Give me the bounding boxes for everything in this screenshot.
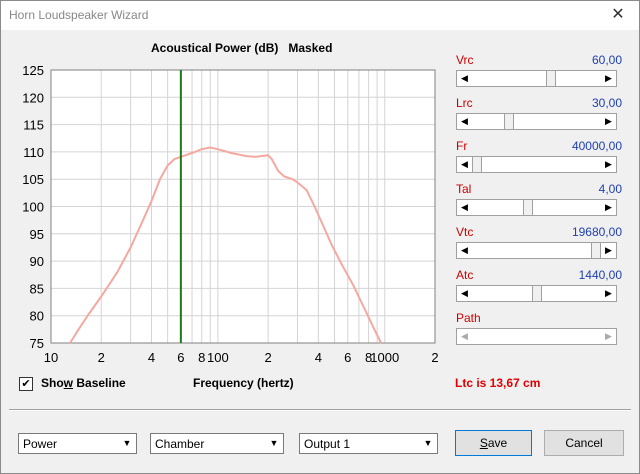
- param-slider-path[interactable]: ◀ ▶: [456, 328, 617, 345]
- scroll-right-icon[interactable]: ▶: [601, 71, 616, 86]
- param-slider-fr[interactable]: ◀ ▶: [456, 156, 617, 173]
- y-tick-label: 115: [23, 118, 44, 133]
- x-tick-label: 1000: [370, 350, 399, 365]
- window-title: Horn Loudspeaker Wizard: [9, 8, 149, 22]
- y-tick-label: 95: [30, 227, 44, 242]
- scroll-left-icon[interactable]: ◀: [457, 243, 472, 258]
- power-combo[interactable]: Power ▼: [18, 433, 137, 454]
- param-slider-vrc[interactable]: ◀ ▶: [456, 70, 617, 87]
- chamber-combo[interactable]: Chamber ▼: [150, 433, 284, 454]
- scroll-left-icon[interactable]: ◀: [457, 329, 472, 344]
- chart-subtitle: Masked: [288, 41, 333, 55]
- scroll-left-icon[interactable]: ◀: [457, 286, 472, 301]
- param-slider-lrc[interactable]: ◀ ▶: [456, 113, 617, 130]
- response-chart: 758085909510010511011512012510 2 4 6 8 100 2 4 6…: [22, 63, 438, 365]
- chevron-down-icon[interactable]: ▼: [420, 435, 436, 452]
- x-tick-label: 6: [344, 350, 351, 365]
- chamber-combo-value: Chamber: [155, 437, 205, 451]
- wizard-window: Horn Loudspeaker Wizard ✕ Acoustical Pow…: [0, 0, 640, 474]
- slider-thumb[interactable]: [472, 157, 482, 172]
- power-combo-value: Power: [23, 437, 58, 451]
- slider-thumb[interactable]: [531, 286, 542, 301]
- param-value-vtc: 19680,00: [571, 225, 622, 239]
- output-combo[interactable]: Output 1 ▼: [299, 433, 438, 454]
- param-value-tal: 4,00: [598, 182, 622, 196]
- x-tick-label: 100: [207, 350, 229, 365]
- x-tick-label: 2: [265, 350, 272, 365]
- close-icon[interactable]: ✕: [607, 5, 629, 25]
- x-tick-label: 2: [431, 350, 438, 365]
- scroll-right-icon[interactable]: ▶: [601, 243, 616, 258]
- x-tick-label: 4: [148, 350, 155, 365]
- scroll-left-icon[interactable]: ◀: [457, 157, 472, 172]
- chart-title: Acoustical Power (dB) Masked: [151, 41, 332, 55]
- chart-title-text: Acoustical Power (dB): [151, 41, 279, 55]
- y-tick-label: 90: [30, 254, 44, 269]
- y-tick-label: 120: [22, 90, 44, 105]
- param-value-fr: 40000,00: [571, 139, 622, 153]
- x-tick-label: 6: [177, 350, 184, 365]
- scroll-left-icon[interactable]: ◀: [457, 114, 472, 129]
- y-tick-label: 75: [30, 336, 44, 351]
- x-tick-label: 4: [315, 350, 322, 365]
- param-value-lrc: 30,00: [591, 96, 622, 110]
- output-combo-value: Output 1: [304, 437, 351, 451]
- y-tick-label: 105: [22, 172, 44, 187]
- param-slider-atc[interactable]: ◀ ▶: [456, 285, 617, 302]
- scroll-right-icon[interactable]: ▶: [601, 200, 616, 215]
- x-axis-label: Frequency (hertz): [193, 376, 294, 390]
- divider: [9, 409, 631, 411]
- y-tick-label: 100: [22, 200, 44, 215]
- param-label-atc: Atc: [456, 268, 474, 282]
- y-tick-label: 125: [22, 63, 44, 78]
- slider-thumb[interactable]: [545, 71, 556, 86]
- scroll-right-icon[interactable]: ▶: [601, 286, 616, 301]
- scroll-right-icon[interactable]: ▶: [601, 114, 616, 129]
- scroll-left-icon[interactable]: ◀: [457, 200, 472, 215]
- x-tick-label: 10: [44, 350, 58, 365]
- param-label-tal: Tal: [456, 182, 472, 196]
- y-tick-label: 110: [23, 145, 44, 160]
- title-bar: Horn Loudspeaker Wizard ✕: [1, 1, 639, 30]
- slider-thumb[interactable]: [523, 200, 534, 215]
- y-tick-label: 85: [30, 281, 44, 296]
- x-tick-label: 8: [198, 350, 205, 365]
- param-label-vrc: Vrc: [456, 53, 474, 67]
- param-slider-vtc[interactable]: ◀ ▶: [456, 242, 617, 259]
- cancel-button[interactable]: Cancel: [544, 430, 624, 456]
- chevron-down-icon[interactable]: ▼: [266, 435, 282, 452]
- y-tick-label: 80: [30, 309, 44, 324]
- param-label-vtc: Vtc: [456, 225, 474, 239]
- param-label-path: Path: [456, 311, 481, 325]
- param-label-lrc: Lrc: [456, 96, 473, 110]
- param-label-fr: Fr: [456, 139, 468, 153]
- param-slider-tal[interactable]: ◀ ▶: [456, 199, 617, 216]
- show-baseline-checkbox[interactable]: ✔: [19, 377, 33, 391]
- slider-thumb[interactable]: [504, 114, 515, 129]
- scroll-right-icon[interactable]: ▶: [601, 329, 616, 344]
- param-value-atc: 1440,00: [578, 268, 622, 282]
- scroll-left-icon[interactable]: ◀: [457, 71, 472, 86]
- param-value-vrc: 60,00: [591, 53, 622, 67]
- ltc-result: Ltc is 13,67 cm: [455, 376, 541, 390]
- show-baseline-label[interactable]: Show Baseline: [41, 376, 126, 390]
- chevron-down-icon[interactable]: ▼: [119, 435, 135, 452]
- slider-thumb[interactable]: [591, 243, 601, 258]
- x-tick-label: 2: [98, 350, 105, 365]
- scroll-right-icon[interactable]: ▶: [601, 157, 616, 172]
- save-button[interactable]: Save: [455, 430, 532, 456]
